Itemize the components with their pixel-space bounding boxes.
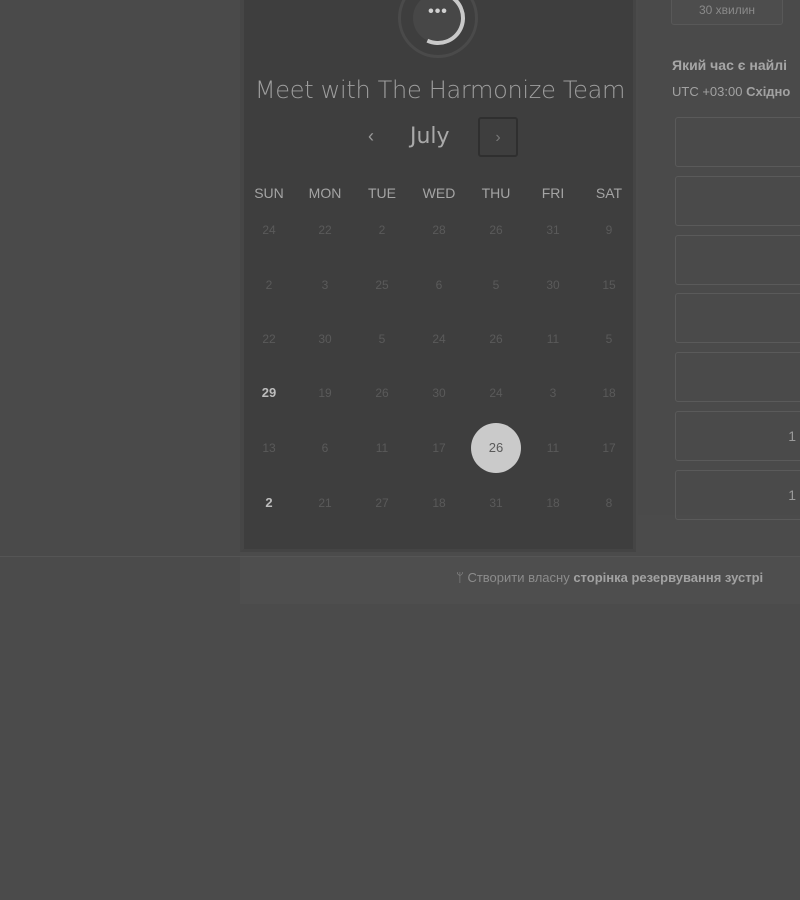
- calendar-day: 18: [602, 386, 616, 400]
- calendar-day: 28: [432, 223, 446, 237]
- left-blank-area: [0, 0, 240, 557]
- calendar-day: 31: [546, 223, 560, 237]
- calendar-day: 17: [602, 441, 616, 455]
- month-navigation: ‹ July ›: [360, 116, 530, 160]
- duration-tab-30min[interactable]: 30 хвилин: [671, 0, 783, 25]
- calendar-day: 24: [262, 223, 276, 237]
- timezone-label[interactable]: UTC +03:00 Східно: [672, 84, 790, 99]
- calendar-day: 3: [321, 278, 329, 292]
- calendar-day: 25: [375, 278, 389, 292]
- calendar-day: 5: [605, 332, 613, 346]
- hubspot-sprocket-icon: ᛘ: [456, 570, 464, 585]
- weekday-wed: WED: [422, 185, 456, 201]
- calendar-day[interactable]: 29: [244, 368, 294, 418]
- weekday-fri: FRI: [541, 185, 565, 201]
- time-slot-button[interactable]: [675, 352, 800, 403]
- calendar-day: 8: [605, 496, 613, 510]
- calendar-day: 24: [432, 332, 446, 346]
- calendar-day: 5: [492, 278, 500, 292]
- calendar-day: 30: [432, 386, 446, 400]
- weekday-thu: THU: [481, 185, 511, 201]
- current-month: July: [410, 124, 450, 149]
- footer-link-text: сторінка резервування зустрі: [573, 570, 764, 585]
- calendar-day: 26: [375, 386, 389, 400]
- calendar-day: 31: [489, 496, 503, 510]
- time-slot-button[interactable]: [675, 234, 800, 285]
- calendar-day: 15: [602, 278, 616, 292]
- calendar-day: 19: [318, 386, 332, 400]
- time-question-heading: Який час є найлі: [672, 57, 788, 73]
- calendar-day: 24: [489, 386, 503, 400]
- calendar-day: 26: [489, 223, 503, 237]
- time-slot-button[interactable]: [675, 175, 800, 226]
- weekday-sun: SUN: [254, 185, 284, 201]
- calendar-day: 22: [318, 223, 332, 237]
- calendar-day: 11: [375, 441, 389, 455]
- timezone-offset: UTC +03:00: [672, 84, 743, 99]
- calendar-day: 18: [432, 496, 446, 510]
- calendar-day: 3: [549, 386, 557, 400]
- time-slot-button[interactable]: [675, 117, 800, 167]
- calendar-day: 21: [318, 496, 332, 510]
- chevron-left-icon[interactable]: ‹: [368, 126, 374, 147]
- page-title: Meet with The Harmonize Team: [254, 76, 626, 104]
- calendar-day: 27: [375, 496, 389, 510]
- time-slot-button[interactable]: [675, 293, 800, 344]
- time-slot-button[interactable]: 1: [675, 411, 800, 461]
- calendar-day: 22: [262, 332, 276, 346]
- selected-day[interactable]: 26: [471, 423, 521, 473]
- calendar-day: 17: [432, 441, 446, 455]
- calendar-day[interactable]: 2: [244, 478, 294, 528]
- calendar-day: 2: [265, 278, 273, 292]
- calendar-day: 26: [489, 332, 503, 346]
- footer-prefix: Створити власну: [467, 570, 570, 585]
- weekday-mon: MON: [308, 185, 342, 201]
- calendar-day: 30: [318, 332, 332, 346]
- calendar-day: 11: [546, 332, 560, 346]
- weekday-sat: SAT: [595, 185, 623, 201]
- footer-link[interactable]: ᛘ Створити власну сторінка резервування …: [456, 570, 763, 585]
- calendar-day: 11: [546, 441, 560, 455]
- calendar-day: 30: [546, 278, 560, 292]
- time-slot-button[interactable]: 1: [675, 469, 800, 520]
- dots-icon: •••: [428, 3, 448, 20]
- calendar-day: 13: [262, 441, 276, 455]
- calendar-day: 18: [546, 496, 560, 510]
- calendar-day: 2: [378, 223, 386, 237]
- chevron-right-icon[interactable]: ›: [478, 117, 518, 157]
- timezone-name: Східно: [746, 84, 791, 99]
- calendar-day: 6: [321, 441, 329, 455]
- calendar-day: 9: [605, 223, 613, 237]
- weekday-tue: TUE: [368, 185, 396, 201]
- calendar-day: 6: [435, 278, 443, 292]
- calendar-day: 5: [378, 332, 386, 346]
